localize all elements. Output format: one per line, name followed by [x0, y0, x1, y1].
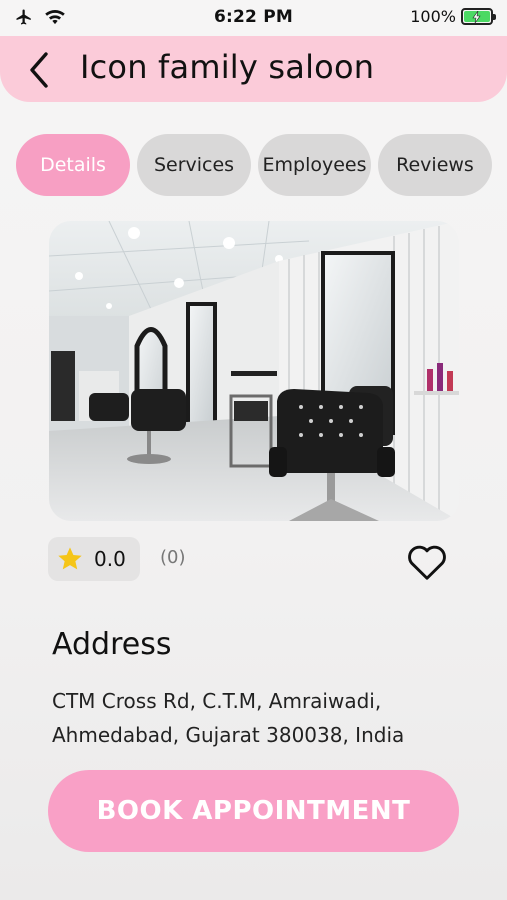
status-icons-right: 100% [410, 7, 496, 26]
address-text: CTM Cross Rd, C.T.M, Amraiwadi, Ahmedaba… [52, 684, 472, 752]
chevron-left-icon [30, 52, 48, 88]
tab-bar: Details Services Employees Reviews [16, 134, 492, 197]
salon-photo [49, 221, 459, 521]
page-title: Icon family saloon [80, 48, 375, 86]
heart-outline-icon [408, 545, 446, 580]
review-count: (0) [160, 547, 186, 568]
tab-employees[interactable]: Employees [258, 134, 371, 196]
tab-services[interactable]: Services [137, 134, 251, 196]
status-bar: 6:22 PM 100% [0, 0, 507, 36]
address-line-1: CTM Cross Rd, C.T.M, Amraiwadi, [52, 689, 382, 713]
app-header: Icon family saloon [0, 36, 507, 102]
favorite-button[interactable] [405, 541, 449, 581]
star-icon [58, 547, 82, 570]
battery-percent: 100% [410, 7, 456, 26]
address-line-2: Ahmedabad, Gujarat 380038, India [52, 723, 405, 747]
back-button[interactable] [26, 50, 54, 90]
address-heading: Address [52, 627, 172, 662]
book-appointment-button[interactable]: BOOK APPOINTMENT [48, 770, 459, 852]
rating-value: 0.0 [94, 547, 126, 571]
tab-reviews[interactable]: Reviews [378, 134, 492, 196]
rating-chip: 0.0 [48, 537, 140, 581]
tab-details[interactable]: Details [16, 134, 130, 196]
battery-charging-icon [461, 8, 496, 25]
